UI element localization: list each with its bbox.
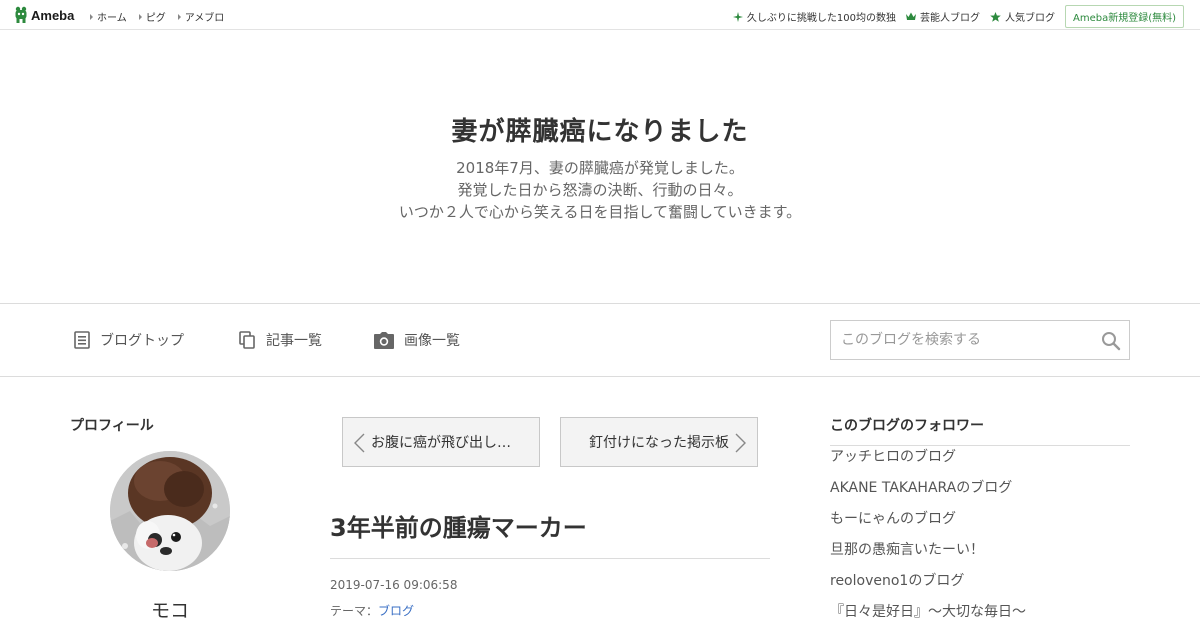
next-entry-button[interactable]: 釘付けになった掲示板 — [560, 417, 758, 467]
profile-name[interactable]: モコ — [70, 596, 270, 623]
trending-link-label: 久しぶりに挑戦した100均の数独 — [746, 13, 896, 24]
triangle-right-icon — [138, 13, 142, 20]
avatar[interactable] — [110, 451, 230, 571]
nav-image-list[interactable]: 画像一覧 — [374, 330, 460, 350]
celebrity-blog-link[interactable]: 芸能人ブログ — [905, 9, 980, 24]
blog-description-line: 発覚した日から怒濤の決断、行動の日々。 — [457, 181, 743, 199]
global-nav-ameblo[interactable]: アメブロ — [177, 9, 225, 24]
follower-item[interactable]: アッチヒロのブログ — [830, 449, 1130, 480]
celebrity-blog-link-label: 芸能人ブログ — [919, 13, 980, 24]
followers-list: アッチヒロのブログ AKANE TAKAHARAのブログ もーにゃんのブログ 旦… — [830, 449, 1130, 630]
search-icon[interactable] — [1101, 331, 1121, 351]
nav-entry-list-label: 記事一覧 — [266, 333, 322, 349]
follower-item[interactable]: AKANE TAKAHARAのブログ — [830, 480, 1130, 511]
article-divider — [330, 558, 770, 559]
article-theme: テーマ：ブログ — [330, 602, 414, 619]
chevron-right-icon — [735, 433, 746, 453]
global-header: Ameba ホーム ピグ アメブロ 久しぶりに挑戦した100均の数独 芸能人ブロ… — [0, 0, 1200, 30]
trending-link[interactable]: 久しぶりに挑戦した100均の数独 — [732, 9, 896, 24]
global-nav-home-label: ホーム — [97, 13, 127, 24]
prev-entry-button[interactable]: お腹に癌が飛び出し… — [342, 417, 540, 467]
crown-icon — [905, 12, 916, 20]
nav-blog-top[interactable]: ブログトップ — [74, 330, 184, 350]
article-date: 2019-07-16 09:06:58 — [330, 578, 458, 592]
global-nav-pigg-label: ピグ — [145, 13, 166, 24]
document-icon — [74, 331, 90, 349]
article-theme-link[interactable]: ブログ — [378, 604, 414, 618]
register-button[interactable]: Ameba新規登録(無料) — [1064, 5, 1184, 28]
prev-entry-label: お腹に癌が飛び出し… — [371, 435, 511, 451]
global-nav-home[interactable]: ホーム — [90, 9, 127, 24]
global-nav: ホーム ピグ アメブロ — [90, 9, 236, 24]
nav-entry-list[interactable]: 記事一覧 — [239, 330, 322, 350]
chevron-left-icon — [354, 433, 365, 453]
blog-description-line: いつか２人で心から笑える日を目指して奮闘していきます。 — [398, 203, 802, 221]
sparkle-icon — [732, 11, 743, 22]
follower-item[interactable]: もーにゃんのブログ — [830, 511, 1130, 542]
ameba-logo[interactable]: Ameba — [14, 6, 74, 24]
global-header-right: 久しぶりに挑戦した100均の数独 芸能人ブログ 人気ブログ Ameba新規登録(… — [732, 5, 1184, 28]
global-nav-pigg[interactable]: ピグ — [138, 9, 166, 24]
popular-blog-link-label: 人気ブログ — [1004, 13, 1055, 24]
article-theme-prefix: テーマ： — [330, 604, 379, 618]
ameba-logo-icon — [14, 6, 28, 24]
triangle-right-icon — [177, 13, 181, 20]
camera-icon — [374, 331, 394, 349]
search-input[interactable] — [831, 321, 1091, 359]
copy-icon — [239, 331, 255, 349]
star-icon — [990, 11, 1001, 22]
article-title[interactable]: 3年半前の腫瘍マーカー — [330, 508, 587, 543]
blog-header: 妻が膵臓癌になりました 2018年7月、妻の膵臓癌が発覚しました。 発覚した日か… — [0, 31, 1200, 303]
blog-search — [830, 320, 1130, 360]
blog-description: 2018年7月、妻の膵臓癌が発覚しました。 発覚した日から怒濤の決断、行動の日々… — [0, 157, 1200, 223]
blog-description-line: 2018年7月、妻の膵臓癌が発覚しました。 — [456, 159, 744, 177]
follower-item[interactable]: 『日々是好日』～大切な毎日～ — [830, 604, 1130, 630]
nav-image-list-label: 画像一覧 — [404, 333, 460, 349]
nav-blog-top-label: ブログトップ — [100, 333, 184, 349]
profile-heading: プロフィール — [70, 418, 154, 434]
next-entry-label: 釘付けになった掲示板 — [589, 435, 729, 451]
popular-blog-link[interactable]: 人気ブログ — [990, 9, 1055, 24]
followers-heading[interactable]: このブログのフォロワー — [830, 415, 1130, 446]
blog-nav: ブログトップ 記事一覧 画像一覧 — [0, 303, 1200, 377]
blog-title[interactable]: 妻が膵臓癌になりました — [0, 111, 1200, 148]
triangle-right-icon — [90, 13, 93, 20]
follower-item[interactable]: 旦那の愚痴言いたーい！ — [830, 542, 1130, 573]
follower-item[interactable]: reoloveno1のブログ — [830, 573, 1130, 604]
ameba-logo-text: Ameba — [31, 7, 75, 23]
global-nav-ameblo-label: アメブロ — [184, 13, 225, 24]
